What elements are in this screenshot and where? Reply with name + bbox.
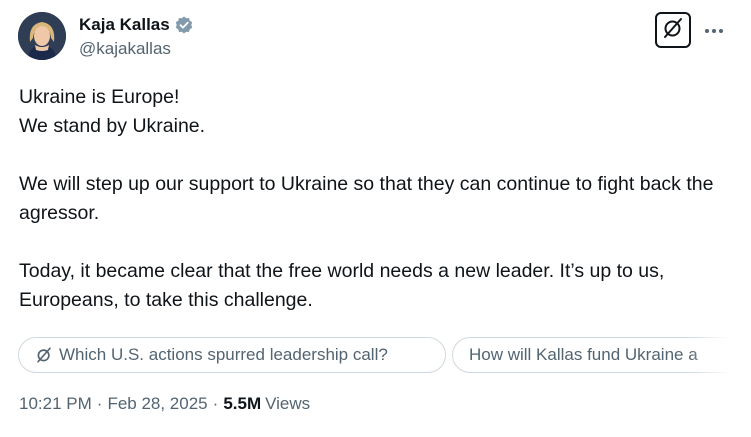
- meta-separator: ·: [96, 394, 103, 413]
- views-count: 5.5M: [223, 394, 262, 413]
- tweet-line: We will step up our support to Ukraine s…: [19, 173, 714, 224]
- more-dots-icon: [704, 21, 724, 39]
- tweet-line: We stand by Ukraine.: [19, 115, 206, 137]
- grok-suggestion-chip[interactable]: Which U.S. actions spurred leadership ca…: [18, 337, 446, 373]
- meta-separator: ·: [212, 394, 219, 413]
- tweet-meta: 10:21 PM · Feb 28, 2025 · 5.5M Views: [19, 394, 310, 414]
- views-label: Views: [265, 394, 311, 413]
- author-name-row: Kaja Kallas: [79, 14, 194, 36]
- tweet-time[interactable]: 10:21 PM: [19, 394, 92, 414]
- verified-badge-icon: [174, 15, 194, 35]
- tweet-text: Ukraine is Europe! We stand by Ukraine. …: [19, 83, 731, 315]
- more-options-button[interactable]: [700, 16, 728, 44]
- grok-suggestion-chip[interactable]: How will Kallas fund Ukraine a: [452, 337, 730, 373]
- avatar[interactable]: [18, 12, 66, 60]
- author-display-name[interactable]: Kaja Kallas: [79, 15, 170, 35]
- tweet: Kaja Kallas @kajakallas Ukraine is Europ…: [0, 0, 751, 437]
- grok-icon: [661, 16, 685, 45]
- author-handle[interactable]: @kajakallas: [79, 39, 171, 59]
- grok-suggestions: Which U.S. actions spurred leadership ca…: [18, 337, 730, 373]
- tweet-line: Ukraine is Europe!: [19, 86, 180, 108]
- grok-suggestion-label: Which U.S. actions spurred leadership ca…: [59, 345, 388, 364]
- grok-suggestion-label: How will Kallas fund Ukraine a: [469, 345, 698, 364]
- tweet-date[interactable]: Feb 28, 2025: [107, 394, 207, 414]
- grok-button[interactable]: [655, 12, 691, 48]
- grok-icon: [35, 346, 53, 364]
- tweet-line: Today, it became clear that the free wor…: [19, 260, 665, 311]
